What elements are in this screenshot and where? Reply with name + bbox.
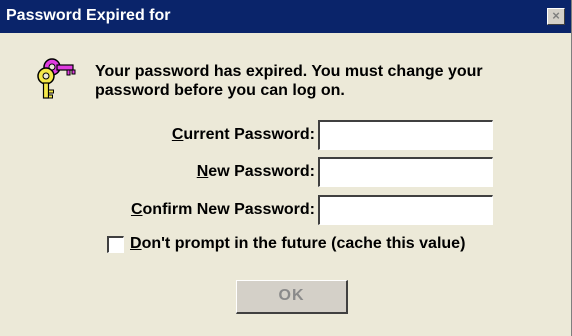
current-password-label-text: urrent Password: [183,126,315,143]
cache-checkbox-label[interactable]: Don't prompt in the future (cache this v… [130,234,465,254]
keys-icon [37,58,76,99]
current-password-mnemonic: C [171,126,184,143]
new-password-label-text: ew Password: [208,163,315,180]
close-button[interactable]: × [547,8,565,25]
current-password-input[interactable] [318,120,493,150]
window-title: Password Expired for [6,7,171,24]
new-password-mnemonic: N [196,163,209,180]
confirm-password-label-text: onfirm New Password: [142,201,315,218]
title-bar[interactable]: Password Expired for × [0,0,571,33]
new-password-input[interactable] [318,157,493,187]
confirm-password-label: Confirm New Password: [131,200,315,220]
close-icon: × [552,8,560,23]
current-password-label: Current Password: [172,125,315,145]
cache-mnemonic: D [130,235,142,252]
confirm-password-input[interactable] [318,195,493,225]
cache-label-text: on't prompt in the future (cache this va… [141,235,466,252]
confirm-password-mnemonic: C [130,201,143,218]
cache-checkbox[interactable] [107,236,124,253]
ok-button[interactable]: OK [236,280,348,314]
password-expired-dialog: Password Expired for × Your password has… [0,0,572,336]
expired-message: Your password has expired. You must chan… [95,63,483,99]
new-password-label: New Password: [197,162,315,182]
